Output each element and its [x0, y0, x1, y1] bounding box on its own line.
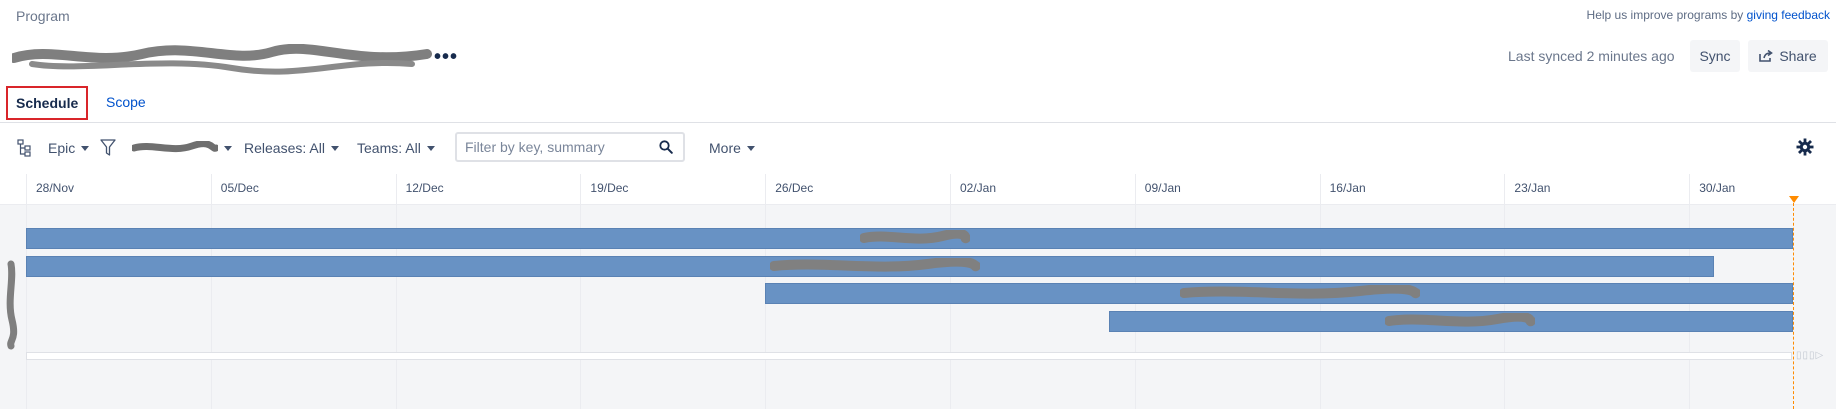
share-icon: [1759, 50, 1774, 62]
row-label-redacted: [6, 260, 18, 350]
share-label: Share: [1779, 48, 1817, 64]
date-column-divider: [580, 174, 582, 409]
hierarchy-label: Epic: [48, 140, 76, 156]
epic-bar-label-redacted: [1385, 313, 1535, 327]
date-column-divider: [26, 174, 27, 409]
date-label: 09/Jan: [1144, 181, 1181, 195]
feedback-text: Help us improve programs by giving feedb…: [1587, 8, 1830, 22]
releases-label: Releases: All: [244, 140, 325, 156]
view-name-redacted: [132, 141, 218, 153]
date-label: 28/Nov: [36, 181, 75, 195]
date-column-divider: [395, 174, 397, 409]
date-label: 30/Jan: [1699, 181, 1736, 195]
view-dropdown[interactable]: [132, 138, 232, 158]
sync-label: Sync: [1699, 48, 1731, 64]
date-column-divider: [210, 174, 212, 409]
chevron-down-icon: [224, 145, 232, 151]
date-label: 19/Dec: [590, 181, 629, 195]
date-label: 05/Dec: [220, 181, 259, 195]
feedback-link[interactable]: giving feedback: [1747, 8, 1830, 22]
today-line: [1793, 198, 1794, 409]
epic-bar-label-redacted: [770, 258, 980, 272]
more-actions-button[interactable]: •••: [434, 46, 458, 69]
tabs-divider: [0, 122, 1836, 123]
tab-scope[interactable]: Scope: [98, 86, 154, 118]
more-label: More: [709, 140, 741, 156]
teams-dropdown[interactable]: Teams: All: [357, 138, 435, 158]
filter-search-box[interactable]: [455, 132, 685, 162]
sync-button[interactable]: Sync: [1690, 40, 1740, 72]
date-label: 16/Jan: [1329, 181, 1366, 195]
chevron-down-icon: [330, 145, 339, 151]
chevron-down-icon: [81, 145, 90, 151]
epic-bar-label-redacted: [860, 230, 970, 244]
gear-icon[interactable]: [1796, 138, 1814, 156]
last-synced-text: Last synced 2 minutes ago: [1508, 48, 1675, 64]
program-title-redacted: [12, 44, 432, 75]
search-icon[interactable]: [659, 140, 673, 154]
hierarchy-dropdown[interactable]: Epic: [48, 138, 90, 158]
feedback-prefix: Help us improve programs by: [1586, 8, 1744, 22]
date-label: 12/Dec: [405, 181, 444, 195]
breadcrumb[interactable]: Program: [16, 8, 70, 24]
scroll-handle-icon[interactable]: ▯▯▯▷: [1796, 350, 1824, 361]
chevron-down-icon: [746, 145, 755, 151]
releases-dropdown[interactable]: Releases: All: [244, 138, 339, 158]
tab-schedule[interactable]: Schedule: [6, 86, 89, 120]
filter-icon[interactable]: [100, 139, 116, 157]
filter-input[interactable]: [457, 134, 663, 160]
chevron-down-icon: [426, 145, 435, 151]
timeline-header-divider: [0, 204, 1836, 205]
epic-bar-label-redacted: [1180, 285, 1420, 299]
teams-label: Teams: All: [357, 140, 421, 156]
more-dropdown[interactable]: More: [709, 138, 755, 158]
share-button[interactable]: Share: [1748, 40, 1828, 72]
date-label: 02/Jan: [960, 181, 997, 195]
horizontal-scrollbar[interactable]: [26, 352, 1792, 360]
today-marker-icon: [1789, 196, 1799, 203]
hierarchy-icon[interactable]: [17, 139, 31, 157]
date-label: 26/Dec: [775, 181, 814, 195]
date-label: 23/Jan: [1514, 181, 1551, 195]
